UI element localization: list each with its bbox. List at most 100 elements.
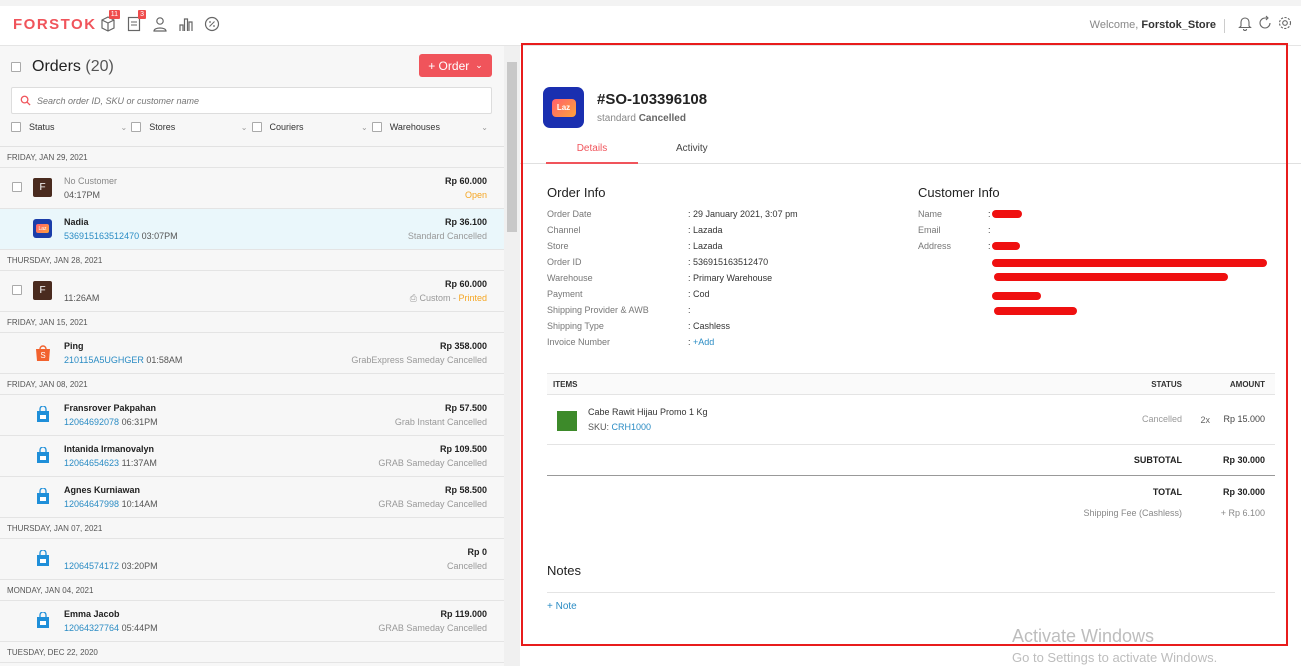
order-list-scrollbar[interactable] xyxy=(504,46,520,666)
order-row[interactable]: S Ping 210115A5UGHGER 01:58AM Rp 358.000 Gra… xyxy=(0,333,504,374)
filter-checkbox[interactable] xyxy=(371,122,382,132)
courier-name: Grab Instant xyxy=(394,417,445,427)
top-bar: FORSTOK 11 3 Welcome, Forstok_Store xyxy=(0,0,1301,46)
nav-orders[interactable]: 3 xyxy=(124,10,146,34)
courier-name: GRAB Sameday xyxy=(378,623,445,633)
order-status: Open xyxy=(465,190,487,200)
order-row[interactable]: Agnes Kurniawan 12064647998 10:14AM Rp 58.… xyxy=(0,477,504,518)
shopee-icon: S xyxy=(33,343,52,362)
order-row[interactable]: Emma Jacob 12064327764 05:44PM Rp 119.000 G… xyxy=(0,601,504,642)
filter-label: Warehouses xyxy=(389,122,440,132)
order-status: ⎙ Custom - Printed xyxy=(409,293,487,303)
tab-details[interactable]: Details xyxy=(546,143,638,164)
search-input[interactable] xyxy=(37,95,467,106)
order-row[interactable]: Fransrover Pakpahan 12064692078 06:31PM Rp… xyxy=(0,395,504,436)
redaction-mark xyxy=(992,210,1022,218)
add-order-button[interactable]: + Order ⌄ xyxy=(419,54,492,77)
filter-checkbox[interactable] xyxy=(131,122,142,132)
filter-couriers[interactable]: Couriers ⌄ xyxy=(251,122,372,132)
forstok-logo[interactable]: FORSTOK xyxy=(13,16,97,33)
nav-customers[interactable] xyxy=(150,14,170,34)
filter-status[interactable]: Status ⌄ xyxy=(11,122,131,132)
order-meta: 210115A5UGHGER 01:58AM xyxy=(64,355,182,365)
nav-reports[interactable] xyxy=(176,14,196,34)
customer-name: Nadia xyxy=(64,217,89,227)
order-row[interactable]: Intanida Irmanovalyn 12064654623 11:37AM R… xyxy=(0,436,504,477)
order-status: GRAB Sameday Cancelled xyxy=(378,623,487,633)
order-checkbox[interactable] xyxy=(12,182,22,192)
order-info-value: : Cod xyxy=(688,289,710,299)
item-status: Cancelled xyxy=(1141,414,1182,424)
scrollbar-thumb[interactable] xyxy=(507,62,517,232)
order-row[interactable]: 12064574172 03:20PM Rp 0 Cancelled xyxy=(0,539,504,580)
order-info-label: Invoice Number xyxy=(547,337,611,347)
order-info-value: : 536915163512470 xyxy=(688,257,769,267)
username[interactable]: Forstok_Store xyxy=(1141,19,1216,31)
order-id[interactable]: 536915163512470 xyxy=(64,231,139,241)
order-id[interactable]: 210115A5UGHGER xyxy=(64,355,144,365)
select-all-checkbox[interactable] xyxy=(11,62,21,72)
order-status: Grab Instant Cancelled xyxy=(395,417,487,427)
order-subtitle: standard Cancelled xyxy=(597,113,686,124)
chevron-down-icon: ⌄ xyxy=(481,123,488,132)
sync-icon[interactable] xyxy=(1257,15,1273,31)
customer-name: No Customer xyxy=(64,176,118,186)
order-id[interactable]: 12064574172 xyxy=(64,561,119,571)
filter-label: Stores xyxy=(149,122,176,132)
svg-text:S: S xyxy=(40,351,45,360)
item-name[interactable]: Cabe Rawit Hijau Promo 1 Kg xyxy=(588,407,708,417)
add-invoice-link[interactable]: +Add xyxy=(693,337,714,347)
courier-name: GRAB Sameday xyxy=(378,458,445,468)
filter-label: Status xyxy=(29,122,55,132)
order-info-value: : +Add xyxy=(688,337,715,347)
customer-name: Intanida Irmanovalyn xyxy=(64,444,155,454)
order-amount: Rp 57.500 xyxy=(444,403,487,413)
nav-products[interactable]: 11 xyxy=(98,10,120,34)
status-label: Open xyxy=(464,190,487,200)
order-row[interactable]: Laz Nadia 536915163512470 03:07PM Rp 36.100… xyxy=(0,209,504,250)
product-thumbnail[interactable] xyxy=(557,411,577,431)
order-info-value: : Lazada xyxy=(688,225,723,235)
lazada-logo: Laz xyxy=(543,87,584,128)
filter-checkbox[interactable] xyxy=(251,122,262,132)
customer-name: Agnes Kurniawan xyxy=(64,485,141,495)
nav-promotions[interactable] xyxy=(202,14,222,34)
date-group-header: THURSDAY, JAN 07, 2021 xyxy=(0,518,504,539)
order-id[interactable]: 12064692078 xyxy=(64,417,119,427)
order-id[interactable]: 12064654623 xyxy=(64,458,119,468)
order-row[interactable]: F No Customer 04:17PM Rp 60.000 Open xyxy=(0,168,504,209)
order-time: 11:26AM xyxy=(64,293,100,303)
order-meta: 11:26AM xyxy=(64,293,99,303)
search-icon xyxy=(20,95,31,106)
bell-icon[interactable] xyxy=(1237,15,1253,31)
filter-stores[interactable]: Stores ⌄ xyxy=(131,122,251,132)
order-search xyxy=(11,87,492,114)
status-label: Cancelled xyxy=(446,499,487,509)
customer-info-value: : xyxy=(988,241,991,251)
customer-name: Ping xyxy=(64,341,84,351)
percent-badge-icon xyxy=(204,16,220,32)
filter-warehouses[interactable]: Warehouses ⌄ xyxy=(371,122,492,132)
order-info-label: Channel xyxy=(547,225,581,235)
order-info-label: Store xyxy=(547,241,569,251)
add-note-link[interactable]: + Note xyxy=(547,601,577,612)
order-checkbox[interactable] xyxy=(12,285,22,295)
order-id[interactable]: 12064647998 xyxy=(64,499,119,509)
printer-icon: ⎙ xyxy=(409,293,417,303)
filter-checkbox[interactable] xyxy=(11,122,21,132)
detail-tabs: Details Activity xyxy=(520,137,1301,164)
items-table-header: ITEMS STATUS AMOUNT xyxy=(547,373,1275,395)
gear-icon[interactable] xyxy=(1277,15,1293,31)
order-amount: Rp 58.500 xyxy=(444,485,487,495)
chevron-down-icon: ⌄ xyxy=(475,60,483,70)
redaction-mark xyxy=(994,273,1228,281)
tab-activity[interactable]: Activity xyxy=(676,143,708,154)
orders-header: Orders (20) + Order⌄ Status⌄Stores⌄Couri… xyxy=(0,46,504,147)
redaction-mark xyxy=(994,307,1077,315)
order-meta: 12064647998 10:14AM xyxy=(64,499,158,509)
order-row[interactable]: F 11:26AM Rp 60.000 ⎙ Custom - Printed xyxy=(0,271,504,312)
redaction-mark xyxy=(992,259,1267,267)
date-group-header: FRIDAY, JAN 29, 2021 xyxy=(0,147,504,168)
order-amount: Rp 36.100 xyxy=(444,217,487,227)
order-id[interactable]: 12064327764 xyxy=(64,623,119,633)
